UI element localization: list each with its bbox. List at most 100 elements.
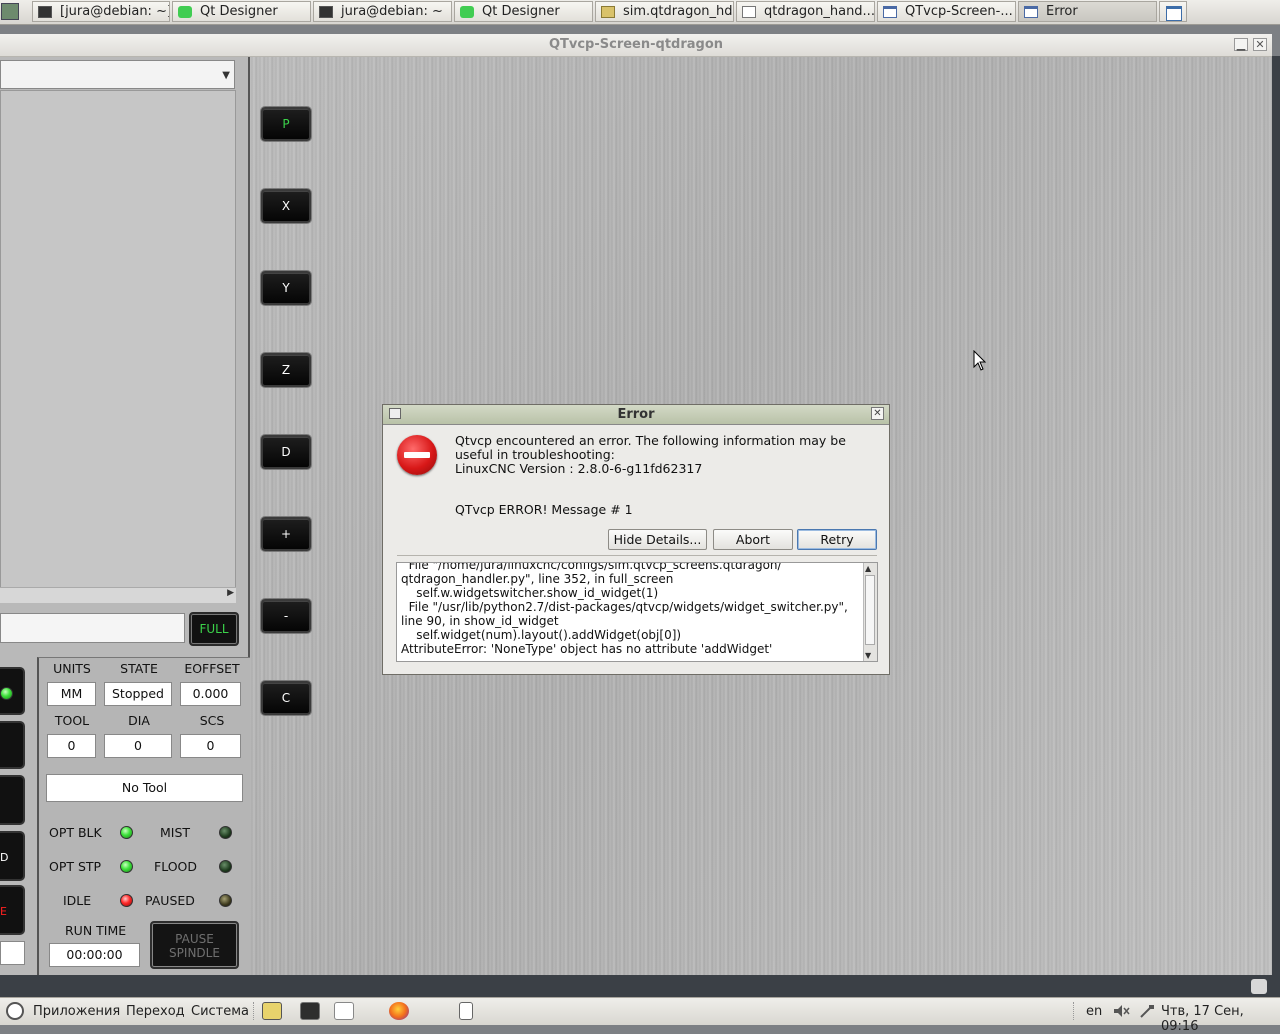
window-edge [1272,56,1280,976]
key-button-y[interactable]: Y [261,271,311,305]
units-value: MM [47,682,96,706]
state-label: STATE [120,661,158,676]
abort-button[interactable]: Abort [713,529,793,550]
run-time-value: 00:00:00 [49,943,140,967]
scroll-right-icon[interactable]: ▶ [227,588,234,598]
idle-label: IDLE [63,893,92,908]
window-menu-icon[interactable] [1,3,19,20]
taskbar-tab-terminal-2[interactable]: jura@debian: ~ [313,1,452,22]
side-button-2[interactable] [0,721,25,769]
firefox-icon[interactable] [389,1002,409,1020]
opt-stp-label: OPT STP [49,859,102,874]
desktop-strip [0,975,1280,997]
taskbar-tab-qt-designer-2[interactable]: Qt Designer [454,1,593,22]
taskbar-tab-label: Qt Designer [200,4,278,19]
opt-stp-led [120,860,133,873]
path-input[interactable] [0,613,185,643]
pause-spindle-button[interactable]: PAUSE SPINDLE [150,921,239,969]
tool-label: TOOL [54,713,90,728]
menu-places[interactable]: Переход [126,1004,185,1019]
window-icon [1024,5,1038,18]
text-editor-launcher-icon[interactable] [334,1002,354,1020]
clock[interactable]: Чтв, 17 Сен, 09:16 [1161,1004,1280,1034]
scroll-up-icon[interactable]: ▲ [865,564,871,573]
opt-blk-led [120,826,133,839]
dia-label: DIA [128,713,150,728]
taskbar-tab-qtvcp[interactable]: QTvcp-Screen-... [877,1,1016,22]
side-button-label: D [0,851,9,864]
window-menu-icon[interactable] [389,408,401,419]
window-title-bar: QTvcp-Screen-qtdragon [0,34,1272,57]
gnome-foot-icon[interactable] [6,1002,24,1020]
desktop-icon [1166,6,1182,21]
taskbar-tab-error[interactable]: Error [1018,1,1157,22]
vertical-scrollbar[interactable]: ▲ ▼ [863,563,877,661]
horizontal-scrollbar[interactable]: ▶ [0,587,236,603]
taskbar-tab-label: qtdragon_hand... [764,4,875,19]
side-value-box [0,941,25,965]
divider [253,1002,256,1020]
key-button-plus[interactable]: + [261,517,311,551]
scroll-down-icon[interactable]: ▼ [865,651,871,660]
side-button-1[interactable] [0,667,25,715]
side-button-4[interactable]: D [0,831,25,881]
taskbar-tab-terminal-1[interactable]: [jura@debian: ~] [32,1,170,22]
terminal-launcher-icon[interactable] [300,1002,320,1020]
bottom-panel: Приложения Переход Система en Чтв, 17 Се… [0,997,1280,1034]
pause-spindle-label: PAUSE SPINDLE [169,932,220,960]
taskbar-tab-folder[interactable]: sim.qtdragon_hd [595,1,734,22]
key-button-x[interactable]: X [261,189,311,223]
tool-value: 0 [47,734,96,758]
side-button-label: E [0,905,7,918]
terminal-icon [38,5,52,18]
idle-led [120,894,133,907]
state-value: Stopped [104,682,172,706]
qt-icon [178,5,192,18]
key-button-d[interactable]: D [261,435,311,469]
units-label: UNITS [53,661,91,676]
details-textarea[interactable]: File "/home/jura/linuxcnc/configs/sim.qt… [396,562,878,662]
dia-value: 0 [104,734,172,758]
user-icon[interactable] [1251,979,1267,994]
show-desktop-button[interactable] [1159,1,1187,22]
close-button[interactable]: ✕ [1253,38,1267,51]
eoffset-value: 0.000 [180,682,241,706]
taskbar-tab-qt-designer-1[interactable]: Qt Designer [172,1,311,22]
directory-combobox[interactable]: ▼ [0,60,235,89]
dialog-text-line: Qtvcp encountered an error. The followin… [455,433,846,448]
full-button[interactable]: FULL [189,612,239,646]
key-button-minus[interactable]: - [261,599,311,633]
side-button-3[interactable] [0,775,25,825]
menu-system[interactable]: Система [191,1004,249,1019]
left-panel: ▼ ▶ FULL D E UNITS STATE EOFFSET MM Stop… [0,57,250,975]
key-button-c[interactable]: C [261,681,311,715]
qt-icon [460,5,474,18]
taskbar-tab-editor[interactable]: qtdragon_hand... [736,1,875,22]
network-icon[interactable] [1139,1004,1155,1018]
taskbar-tab-label: Error [1046,4,1078,19]
retry-button[interactable]: Retry [797,529,877,550]
keyboard-layout[interactable]: en [1086,1004,1102,1019]
volume-icon[interactable] [1113,1004,1130,1018]
file-list[interactable] [0,90,236,603]
taskbar-tab-label: QTvcp-Screen-... [905,4,1013,19]
scroll-thumb[interactable] [865,575,875,645]
side-button-5[interactable]: E [0,885,25,935]
minimize-button[interactable]: ▁ [1234,38,1248,51]
menu-applications[interactable]: Приложения [33,1004,120,1019]
key-button-z[interactable]: Z [261,353,311,387]
trash-icon[interactable] [459,1002,473,1020]
taskbar-tab-label: sim.qtdragon_hd [623,4,733,19]
flood-label: FLOOD [154,859,198,874]
tux-launcher-icon[interactable] [262,1002,282,1020]
opt-blk-label: OPT BLK [49,825,102,840]
hide-details-button[interactable]: Hide Details... [608,529,707,550]
dialog-title-bar: Error ✕ [383,405,889,425]
key-button-p[interactable]: P [261,107,311,141]
dialog-text-line: useful in troubleshooting: [455,447,615,462]
mist-label: MIST [160,825,191,840]
close-icon[interactable]: ✕ [871,407,884,420]
eoffset-label: EOFFSET [184,661,240,676]
taskbar-tab-label: [jura@debian: ~] [60,4,170,19]
chevron-down-icon: ▼ [222,70,230,81]
